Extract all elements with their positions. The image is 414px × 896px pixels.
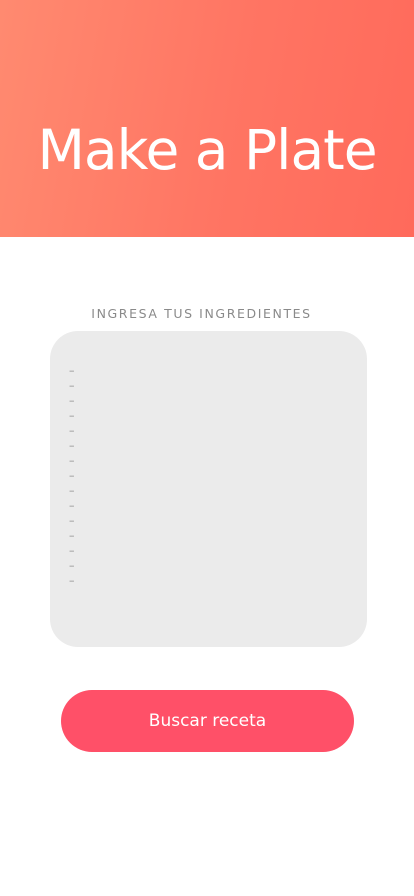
ingredient-line[interactable]: – [69, 378, 75, 393]
ingredient-line[interactable]: – [69, 573, 75, 588]
ingredient-line[interactable]: – [69, 498, 75, 513]
ingredient-line[interactable]: – [69, 513, 75, 528]
ingredient-line[interactable]: – [69, 363, 75, 378]
ingredient-line[interactable]: – [69, 453, 75, 468]
ingredient-line[interactable]: – [69, 558, 75, 573]
ingredient-line[interactable]: – [69, 438, 75, 453]
ingredients-input[interactable]: – – – – – – – – – – – – – – – [50, 331, 367, 647]
ingredient-line[interactable]: – [69, 393, 75, 408]
ingredient-line[interactable]: – [69, 423, 75, 438]
ingredients-label: INGRESA TUS INGREDIENTES [91, 306, 312, 321]
ingredient-lines: – – – – – – – – – – – – – – – [69, 363, 75, 588]
ingredient-line[interactable]: – [69, 468, 75, 483]
search-recipe-button[interactable]: Buscar receta [61, 690, 354, 752]
ingredient-line[interactable]: – [69, 528, 75, 543]
ingredient-line[interactable]: – [69, 483, 75, 498]
ingredient-line[interactable]: – [69, 543, 75, 558]
app-title: Make a Plate [37, 118, 377, 182]
ingredient-line[interactable]: – [69, 408, 75, 423]
header-banner: Make a Plate [0, 0, 414, 237]
